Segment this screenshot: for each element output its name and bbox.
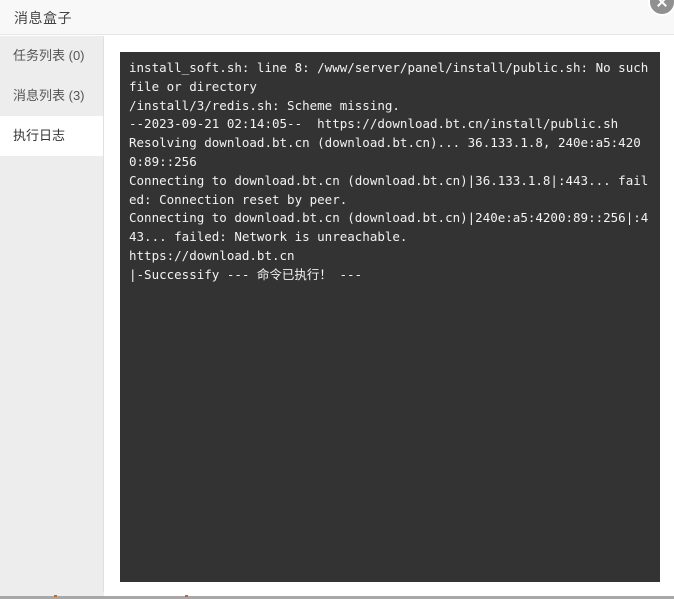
terminal-line: Resolving download.bt.cn (download.bt.cn… <box>129 135 641 169</box>
sidebar-item-label: 消息列表 (3) <box>13 88 85 103</box>
sidebar-item-label: 执行日志 <box>13 128 66 143</box>
page-title: 消息盒子 <box>14 10 72 26</box>
close-icon[interactable] <box>648 0 674 16</box>
terminal-line: Connecting to download.bt.cn (download.b… <box>129 172 649 207</box>
bottom-marker-1 <box>54 595 57 597</box>
sidebar-item-execution-log[interactable]: 执行日志 <box>0 116 103 156</box>
terminal-line: install_soft.sh: line 8: /www/server/pan… <box>129 60 656 94</box>
sidebar-item-label: 任务列表 (0) <box>13 48 85 63</box>
terminal-line: /install/3/redis.sh: Scheme missing. <box>129 97 400 113</box>
terminal-line: --2023-09-21 02:14:05-- https://download… <box>129 116 619 132</box>
terminal-line: https://download.bt.cn <box>129 247 295 263</box>
terminal-output: install_soft.sh: line 8: /www/server/pan… <box>129 59 652 285</box>
sidebar: 任务列表 (0) 消息列表 (3) 执行日志 <box>0 36 104 592</box>
terminal-line: Connecting to download.bt.cn (download.b… <box>129 210 649 245</box>
content-panel: install_soft.sh: line 8: /www/server/pan… <box>104 36 674 592</box>
dialog-header: 消息盒子 <box>0 0 674 35</box>
dialog-body: 任务列表 (0) 消息列表 (3) 执行日志 install_soft.sh: … <box>0 36 674 592</box>
bottom-marker-2 <box>185 595 188 597</box>
page-bottom-strip <box>0 592 674 599</box>
execution-log-terminal[interactable]: install_soft.sh: line 8: /www/server/pan… <box>120 52 660 582</box>
message-box-dialog: 消息盒子 任务列表 (0) 消息列表 (3) 执行日志 install_soft… <box>0 0 674 592</box>
sidebar-item-task-list[interactable]: 任务列表 (0) <box>0 36 103 76</box>
terminal-line: |-Successify --- 命令已执行！ --- <box>129 266 363 282</box>
sidebar-item-message-list[interactable]: 消息列表 (3) <box>0 76 103 116</box>
